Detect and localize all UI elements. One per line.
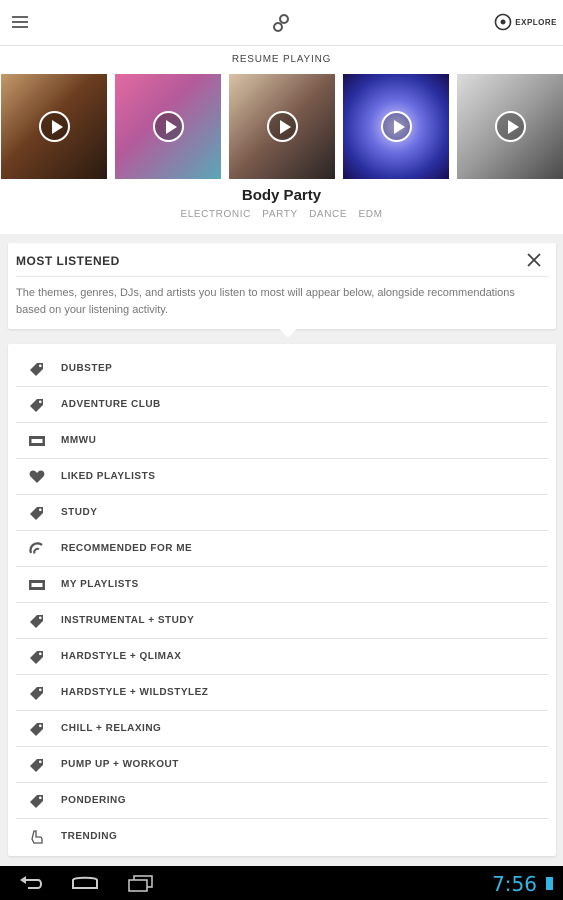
play-icon[interactable] bbox=[381, 111, 412, 142]
list-item-label: HARDSTYLE + QLIMAX bbox=[61, 651, 182, 662]
recommend-icon bbox=[29, 542, 43, 554]
play-icon[interactable] bbox=[153, 111, 184, 142]
recent-apps-icon[interactable] bbox=[126, 874, 156, 892]
list-item-label: HARDSTYLE + WILDSTYLEZ bbox=[61, 687, 209, 698]
cover-pink-smoke[interactable] bbox=[115, 74, 221, 179]
list-item[interactable]: STUDY bbox=[16, 495, 548, 531]
tag-icon bbox=[30, 759, 43, 772]
top-app-bar: EXPLORE bbox=[0, 0, 563, 46]
list-item-label: PUMP UP + WORKOUT bbox=[61, 759, 179, 770]
play-icon[interactable] bbox=[495, 111, 526, 142]
playlist-list: DUBSTEP ADVENTURE CLUB MMWU LIKED PLAYLI… bbox=[8, 344, 556, 856]
cover-blue-mask[interactable] bbox=[343, 74, 449, 179]
most-listened-card: MOST LISTENED The themes, genres, DJs, a… bbox=[8, 243, 556, 338]
list-item-label: CHILL + RELAXING bbox=[61, 723, 162, 734]
list-item[interactable]: TRENDING bbox=[16, 819, 548, 855]
tag-party[interactable]: PARTY bbox=[262, 209, 297, 220]
list-item[interactable]: ADVENTURE CLUB bbox=[16, 387, 548, 423]
list-item[interactable]: CHILL + RELAXING bbox=[16, 711, 548, 747]
tag-icon bbox=[30, 795, 43, 808]
list-item[interactable]: MY PLAYLISTS bbox=[16, 567, 548, 603]
list-item[interactable]: MMWU bbox=[16, 423, 548, 459]
resume-playing-section: RESUME PLAYING Body Party ELECTRONIC PAR… bbox=[0, 46, 563, 234]
cassette-icon bbox=[29, 580, 45, 590]
link-logo-icon[interactable] bbox=[270, 12, 292, 34]
tag-icon bbox=[30, 651, 43, 664]
tag-icon bbox=[30, 363, 43, 376]
cover-bw-diver[interactable] bbox=[457, 74, 563, 179]
explore-label: EXPLORE bbox=[515, 17, 557, 27]
tag-icon bbox=[30, 615, 43, 628]
tag-icon bbox=[30, 507, 43, 520]
now-playing-title[interactable]: Body Party bbox=[0, 187, 563, 204]
card-notch bbox=[279, 320, 297, 338]
cassette-icon bbox=[29, 436, 45, 446]
back-icon[interactable] bbox=[16, 874, 46, 892]
list-item-label: ADVENTURE CLUB bbox=[61, 399, 161, 410]
list-item-label: STUDY bbox=[61, 507, 98, 518]
trending-icon bbox=[31, 830, 43, 844]
list-item[interactable]: LIKED PLAYLISTS bbox=[16, 459, 548, 495]
tag-icon bbox=[30, 687, 43, 700]
compass-icon bbox=[494, 13, 512, 31]
tag-electronic[interactable]: ELECTRONIC bbox=[180, 209, 250, 220]
list-item-label: DUBSTEP bbox=[61, 363, 113, 374]
tag-icon bbox=[30, 399, 43, 412]
battery-icon bbox=[546, 877, 553, 890]
cover-party-people[interactable] bbox=[229, 74, 335, 179]
list-item[interactable]: HARDSTYLE + QLIMAX bbox=[16, 639, 548, 675]
list-item-label: MY PLAYLISTS bbox=[61, 579, 139, 590]
cover-whiskey-bottles[interactable] bbox=[1, 74, 107, 179]
heart-icon bbox=[29, 470, 45, 483]
home-icon[interactable] bbox=[70, 874, 100, 892]
play-icon[interactable] bbox=[267, 111, 298, 142]
list-item[interactable]: RECOMMENDED FOR ME bbox=[16, 531, 548, 567]
list-item[interactable]: HARDSTYLE + WILDSTYLEZ bbox=[16, 675, 548, 711]
list-item[interactable]: INSTRUMENTAL + STUDY bbox=[16, 603, 548, 639]
card-title: MOST LISTENED bbox=[16, 254, 120, 268]
divider bbox=[16, 276, 548, 277]
status-clock: 7:56 bbox=[492, 872, 537, 896]
close-icon[interactable] bbox=[526, 252, 542, 268]
list-item[interactable]: PONDERING bbox=[16, 783, 548, 819]
list-item-label: LIKED PLAYLISTS bbox=[61, 471, 156, 482]
list-item[interactable]: DUBSTEP bbox=[16, 351, 548, 387]
explore-button[interactable]: EXPLORE bbox=[494, 13, 557, 31]
list-item-label: RECOMMENDED FOR ME bbox=[61, 543, 193, 554]
tag-dance[interactable]: DANCE bbox=[309, 209, 347, 220]
tag-edm[interactable]: EDM bbox=[359, 209, 383, 220]
card-description: The themes, genres, DJs, and artists you… bbox=[16, 287, 515, 316]
list-item-label: INSTRUMENTAL + STUDY bbox=[61, 615, 195, 626]
tag-icon bbox=[30, 723, 43, 736]
play-icon[interactable] bbox=[39, 111, 70, 142]
list-item-label: PONDERING bbox=[61, 795, 127, 806]
list-item[interactable]: PUMP UP + WORKOUT bbox=[16, 747, 548, 783]
section-title: RESUME PLAYING bbox=[231, 54, 332, 65]
list-item-label: TRENDING bbox=[61, 831, 118, 842]
list-item-label: MMWU bbox=[61, 435, 97, 446]
genre-tags: ELECTRONIC PARTY DANCE EDM bbox=[0, 209, 563, 220]
hamburger-menu-icon[interactable] bbox=[12, 16, 28, 28]
cover-carousel bbox=[0, 74, 563, 179]
system-navigation-bar: 7:56 bbox=[0, 866, 563, 900]
